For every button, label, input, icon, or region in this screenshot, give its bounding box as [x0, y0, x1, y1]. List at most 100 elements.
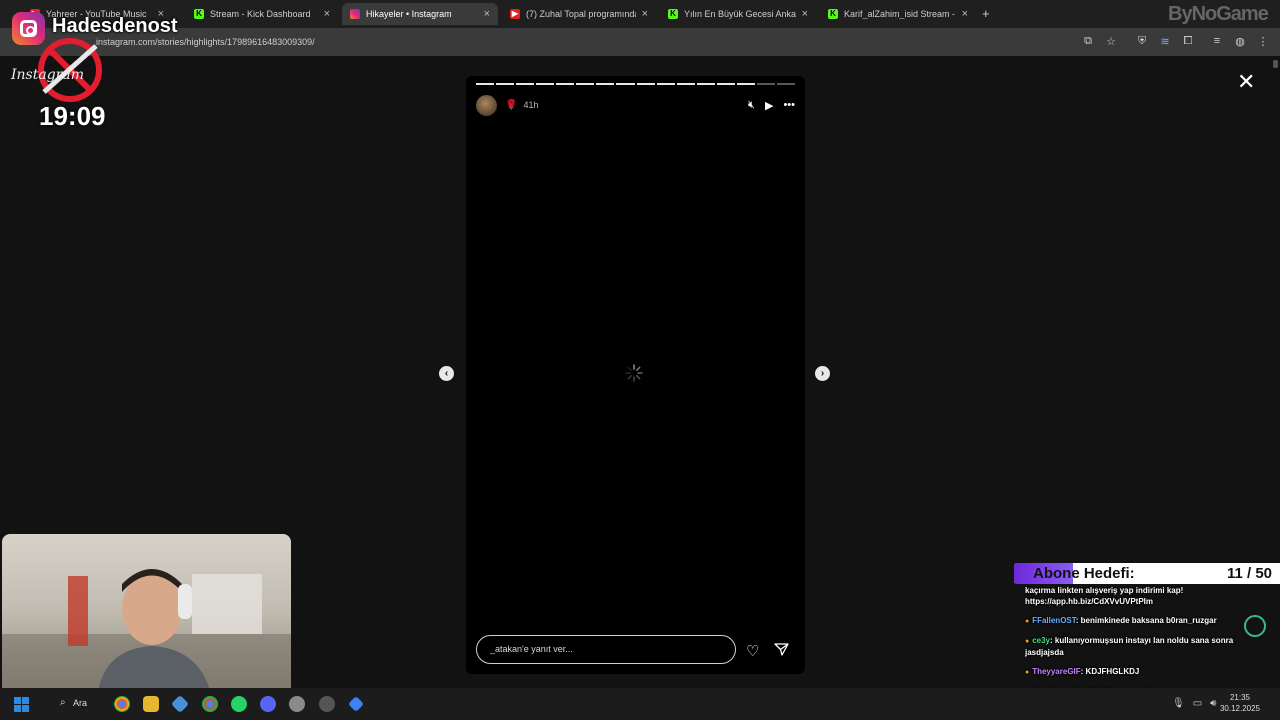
tab-kick-ankara[interactable]: K Yılın En Büyük Gecesi Ankara b × — [660, 3, 816, 25]
microphone-icon[interactable]: 🎙︎ — [1172, 698, 1185, 709]
chrome-icon[interactable] — [114, 696, 130, 712]
settings-gear-icon[interactable] — [289, 696, 305, 712]
menu-dots-icon[interactable]: ⋮ — [1256, 34, 1270, 48]
chat-badge-icon: ● — [1025, 638, 1032, 645]
story-progress-segment — [676, 83, 695, 85]
more-options-icon[interactable]: ••• — [783, 99, 795, 111]
chat-username: ce3y — [1032, 636, 1050, 645]
taskbar-search-label[interactable]: Ara — [73, 698, 87, 708]
tab-label: Hikayeler • Instagram — [366, 9, 452, 19]
close-icon[interactable]: × — [642, 8, 648, 20]
scrollbar[interactable] — [1273, 60, 1278, 68]
story-progress-segment — [576, 83, 595, 85]
whatsapp-icon[interactable] — [231, 696, 247, 712]
browser-tab-bar: ▶ Yahreer - YouTube Music × K Stream - K… — [0, 0, 1280, 28]
kick-icon: K — [828, 9, 838, 19]
chat-username: FFallenOST — [1032, 616, 1076, 625]
windows-taskbar: ⌕ Ara 🎙︎ ▭ 🔊︎ 21:35 30.12.2025 — [0, 688, 1280, 720]
play-icon[interactable]: ▶ — [765, 99, 773, 112]
mute-icon[interactable]: 🔇︎ — [748, 99, 755, 112]
story-progress-segment — [736, 83, 755, 85]
story-progress-segment — [476, 83, 495, 85]
close-icon[interactable]: × — [962, 8, 968, 20]
chat-badge-icon: ● — [1025, 669, 1032, 676]
toolbar-icons: ⧉ ☆ ⛨ ≋ ⧠ ≡ ◍ ⋮ — [1081, 34, 1270, 48]
close-icon[interactable]: × — [802, 8, 808, 20]
bookmark-star-icon[interactable]: ☆ — [1104, 34, 1118, 48]
kick-icon: K — [668, 9, 678, 19]
system-tray: 🎙︎ ▭ 🔊︎ — [1172, 698, 1216, 709]
chatgpt-logo-icon — [1244, 615, 1266, 637]
taskbar-date: 30.12.2025 — [1219, 704, 1260, 713]
youtube-icon: ▶ — [510, 9, 520, 19]
chat-badge-icon: ● — [1025, 618, 1032, 625]
streamer-username: Hadesdenost — [52, 15, 178, 37]
goal-count: 11 / 50 — [1226, 565, 1272, 582]
tab-label: Karif_alZahim_isid Stream - Wa — [844, 9, 956, 19]
rose-emoji-icon: 🌹 — [505, 99, 518, 111]
extensions-puzzle-icon[interactable]: ⧠ — [1181, 34, 1195, 48]
close-icon[interactable]: × — [484, 8, 490, 20]
like-heart-icon[interactable]: ♡ — [746, 642, 759, 660]
url-field[interactable]: instagram.com/stories/highlights/1798961… — [96, 37, 315, 47]
story-time: 41h — [523, 100, 539, 110]
install-app-icon[interactable]: ⧉ — [1081, 34, 1095, 48]
extension-wave-icon[interactable]: ≋ — [1158, 34, 1172, 48]
chat-message: ● FFallenOST: benimkinede baksana b0ran_… — [1025, 615, 1253, 627]
chat-text: : KDJFHGLKDJ — [1080, 667, 1140, 676]
taskbar-time: 21:35 — [1229, 693, 1250, 702]
story-progress-segment — [516, 83, 535, 85]
story-controls: 🔇︎ ▶ ••• — [748, 99, 795, 112]
tab-kick-dashboard[interactable]: K Stream - Kick Dashboard × — [186, 3, 338, 25]
profile-avatar-icon[interactable]: ◍ — [1233, 34, 1247, 48]
address-bar: instagram.com/stories/highlights/1798961… — [0, 28, 1280, 56]
webcam-feed — [2, 534, 291, 699]
display-icon[interactable]: ▭ — [1193, 698, 1202, 709]
shield-icon[interactable]: ⛨ — [1135, 34, 1149, 48]
story-progress-segment — [596, 83, 615, 85]
no-instagram-caption: Instagram — [11, 67, 84, 83]
tab-label: Stream - Kick Dashboard — [210, 9, 311, 19]
story-progress-segment — [656, 83, 675, 85]
screen: ▶ Yahreer - YouTube Music × K Stream - K… — [0, 0, 1280, 720]
story-progress-bar — [476, 83, 795, 85]
obs-icon[interactable] — [319, 696, 335, 712]
story-progress-segment — [696, 83, 715, 85]
new-tab-button[interactable]: + — [982, 6, 990, 21]
goal-label: Abone Hedefi: — [1033, 565, 1135, 582]
reply-input[interactable]: _atakan'e yanıt ver... — [476, 635, 736, 664]
app-diamond-icon[interactable] — [170, 694, 190, 714]
story-avatar[interactable] — [476, 94, 497, 116]
app-blue-icon[interactable] — [348, 696, 364, 712]
send-icon[interactable] — [774, 642, 789, 657]
chat-message: ● ce3y: kullanıyormuşsun instayı lan nol… — [1025, 635, 1253, 658]
chat-username: TheyyareGIF — [1032, 667, 1081, 676]
windows-start-icon[interactable] — [14, 697, 29, 712]
subscriber-goal-bar: Abone Hedefi: 11 / 50 — [1014, 563, 1280, 584]
taskbar-clock[interactable]: 21:35 30.12.2025 — [1220, 692, 1260, 714]
next-story-button[interactable]: › — [815, 366, 830, 381]
kick-icon: K — [194, 9, 204, 19]
close-story-button[interactable]: ✕ — [1237, 71, 1255, 93]
tab-kick-stream[interactable]: K Karif_alZahim_isid Stream - Wa × — [820, 3, 976, 25]
chat-text: : kullanıyormuşsun instayı lan noldu san… — [1025, 636, 1234, 657]
story-frame[interactable]: 🌹 41h 🔇︎ ▶ ••• _atakan'e yanıt ver... ♡ — [466, 76, 805, 674]
chat-message: kaçırma linkten alışveriş yap indirimi k… — [1025, 585, 1253, 607]
story-progress-segment — [496, 83, 515, 85]
search-icon[interactable]: ⌕ — [60, 697, 66, 708]
chrome-profile-icon[interactable] — [202, 696, 218, 712]
close-icon[interactable]: × — [324, 8, 330, 20]
media-queue-icon[interactable]: ≡ — [1210, 34, 1224, 48]
discord-icon[interactable] — [260, 696, 276, 712]
previous-story-button[interactable]: ‹ — [439, 366, 454, 381]
story-progress-segment — [556, 83, 575, 85]
volume-icon[interactable]: 🔊︎ — [1210, 698, 1216, 709]
tab-youtube-video[interactable]: ▶ (7) Zuhal Topal programında de × — [502, 3, 656, 25]
instagram-icon — [350, 9, 360, 19]
file-explorer-icon[interactable] — [143, 696, 159, 712]
story-progress-segment — [536, 83, 555, 85]
tab-label: (7) Zuhal Topal programında de — [526, 9, 636, 19]
tab-instagram[interactable]: Hikayeler • Instagram × — [342, 3, 498, 25]
tab-label: Yılın En Büyük Gecesi Ankara b — [684, 9, 796, 19]
story-progress-segment — [616, 83, 635, 85]
